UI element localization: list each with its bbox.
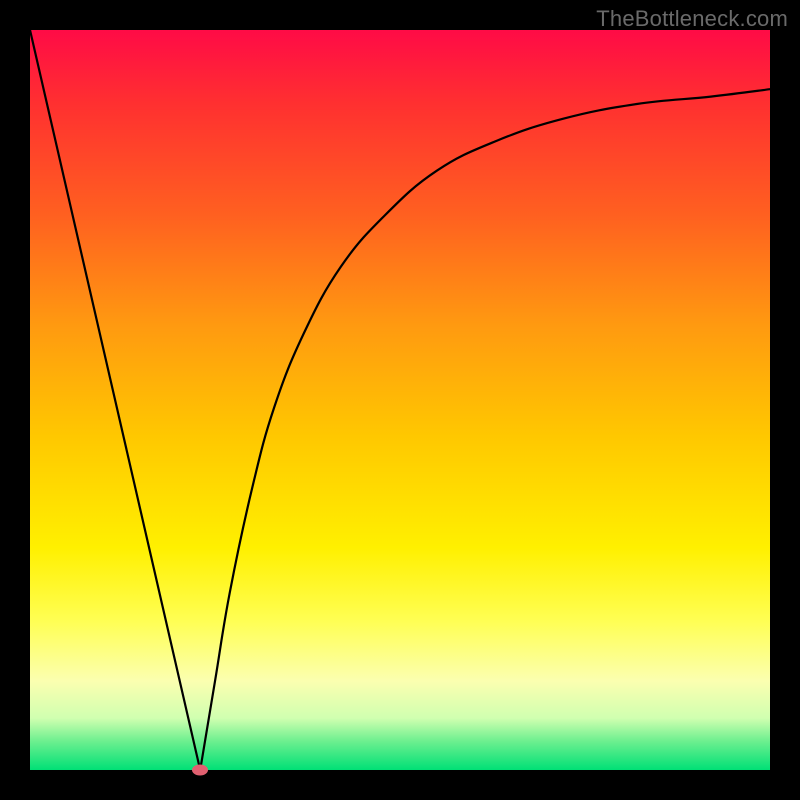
optimal-point-marker	[192, 765, 208, 776]
bottleneck-curve	[30, 30, 770, 770]
chart-frame: TheBottleneck.com	[0, 0, 800, 800]
watermark-text: TheBottleneck.com	[596, 6, 788, 32]
plot-area	[30, 30, 770, 770]
curve-path	[30, 30, 770, 770]
